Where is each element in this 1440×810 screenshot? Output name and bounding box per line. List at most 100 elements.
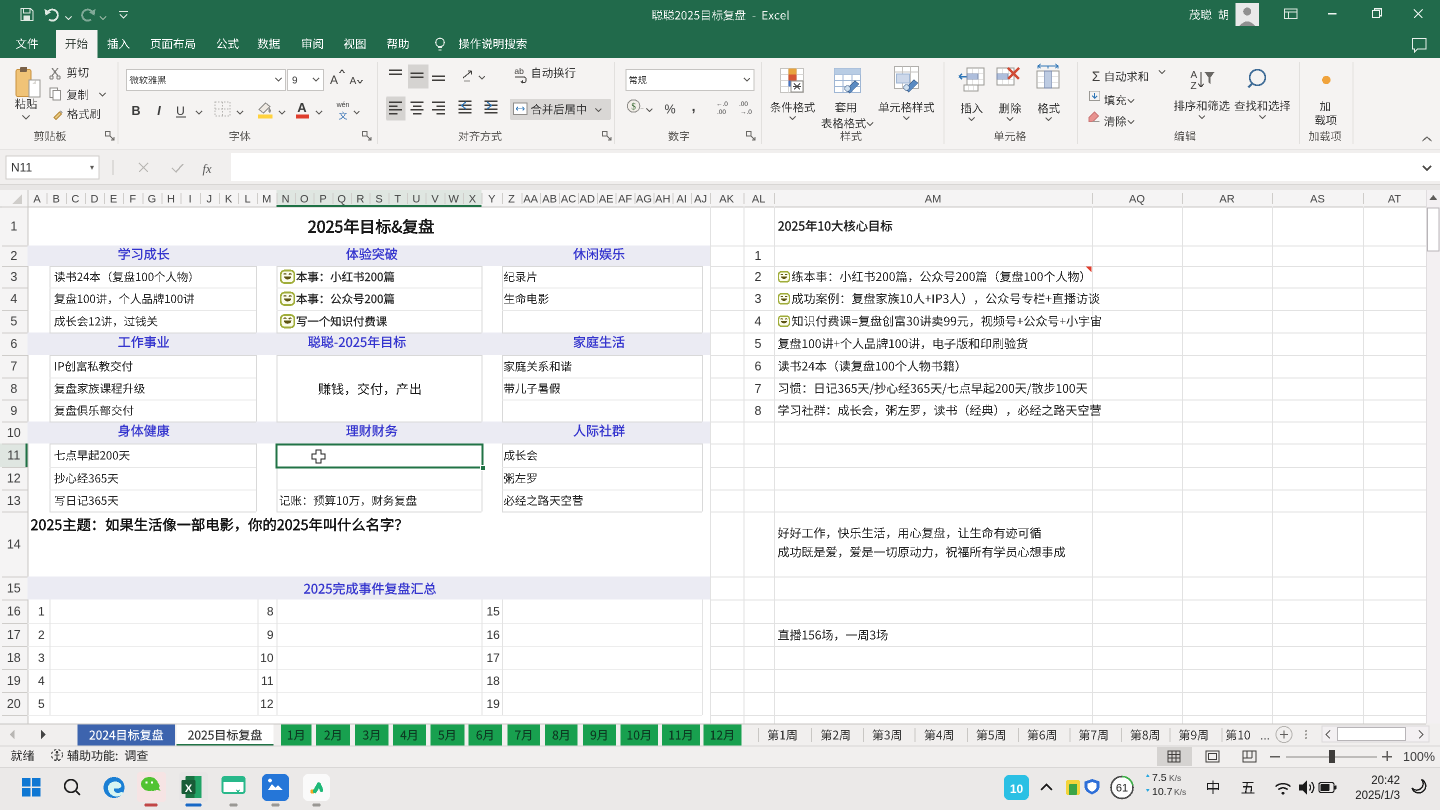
svg-text:L: L: [245, 194, 251, 206]
svg-text:Y: Y: [488, 194, 496, 206]
svg-text:,: ,: [692, 98, 696, 114]
svg-text:10: 10: [7, 426, 21, 440]
svg-text:K/s: K/s: [1169, 773, 1181, 783]
svg-text:4: 4: [10, 292, 17, 306]
svg-text:4: 4: [755, 315, 762, 329]
svg-text:K: K: [225, 194, 233, 206]
svg-text:P: P: [319, 194, 326, 206]
svg-text:6: 6: [10, 337, 17, 351]
svg-text:12: 12: [7, 472, 21, 486]
svg-text:D: D: [91, 194, 99, 206]
svg-text:R: R: [356, 194, 364, 206]
svg-text:8: 8: [10, 382, 17, 396]
svg-text:12: 12: [260, 697, 274, 711]
svg-text:$: $: [631, 101, 636, 111]
svg-text:→.0: →.0: [740, 109, 752, 116]
svg-text:U: U: [176, 104, 185, 118]
svg-text:S: S: [375, 194, 382, 206]
svg-text:11: 11: [261, 674, 274, 688]
svg-text:B: B: [53, 194, 60, 206]
svg-text:3: 3: [10, 270, 17, 284]
svg-text:AI: AI: [676, 194, 686, 206]
svg-text:6: 6: [755, 360, 762, 374]
svg-text:AJ: AJ: [694, 194, 707, 206]
svg-text:10.7: 10.7: [1152, 786, 1173, 798]
svg-text:15: 15: [7, 581, 21, 595]
svg-text:Q: Q: [337, 194, 346, 206]
svg-text:Σ: Σ: [1092, 69, 1100, 84]
svg-text:1: 1: [38, 605, 45, 619]
svg-text:%: %: [664, 103, 675, 117]
svg-text:E: E: [110, 194, 117, 206]
svg-text:AD: AD: [580, 194, 595, 206]
svg-text:ab: ab: [514, 66, 524, 76]
svg-text:8: 8: [755, 404, 762, 418]
svg-text:11: 11: [7, 449, 20, 463]
svg-text:T: T: [394, 194, 401, 206]
svg-text:▾: ▾: [90, 163, 94, 172]
svg-text:5: 5: [755, 337, 762, 351]
svg-text:3: 3: [38, 651, 45, 665]
svg-text:V: V: [431, 194, 439, 206]
svg-text:C: C: [71, 194, 79, 206]
svg-text:AQ: AQ: [1129, 194, 1145, 206]
svg-text:I: I: [157, 104, 161, 118]
svg-text:4: 4: [38, 674, 45, 688]
svg-text:AG: AG: [636, 194, 652, 206]
svg-text:2: 2: [755, 270, 762, 284]
svg-text:3: 3: [755, 292, 762, 306]
svg-text:AS: AS: [1310, 194, 1325, 206]
svg-text:9: 9: [292, 76, 298, 87]
svg-text:AK: AK: [719, 194, 734, 206]
svg-text:A: A: [1191, 70, 1198, 81]
svg-text:18: 18: [7, 651, 21, 665]
svg-text:U: U: [412, 194, 420, 206]
svg-text:7: 7: [755, 382, 762, 396]
svg-text:16: 16: [487, 628, 501, 642]
svg-text:AH: AH: [655, 194, 670, 206]
svg-text:...: ...: [1260, 729, 1270, 743]
svg-text:9: 9: [267, 628, 274, 642]
svg-text:.00: .00: [717, 109, 726, 116]
svg-text:7.5: 7.5: [1152, 772, 1167, 784]
svg-text:61: 61: [1116, 783, 1128, 795]
svg-text:19: 19: [487, 697, 501, 711]
svg-text:fx: fx: [202, 162, 211, 176]
svg-text:B: B: [131, 104, 140, 118]
svg-text:Z: Z: [508, 194, 515, 206]
svg-text:wén: wén: [336, 102, 350, 109]
svg-text:O: O: [300, 194, 309, 206]
svg-text:G: G: [148, 194, 157, 206]
svg-text:8: 8: [267, 605, 274, 619]
svg-text:15: 15: [487, 605, 501, 619]
svg-text:K/s: K/s: [1174, 787, 1186, 797]
svg-text:5: 5: [38, 697, 45, 711]
svg-text:X: X: [469, 194, 477, 206]
svg-text:Z: Z: [1191, 81, 1197, 92]
svg-text:2: 2: [38, 628, 45, 642]
svg-text:J: J: [207, 194, 213, 206]
svg-text:AC: AC: [561, 194, 576, 206]
svg-text:AA: AA: [523, 194, 538, 206]
svg-text:16: 16: [7, 605, 21, 619]
svg-text:AF: AF: [618, 194, 632, 206]
svg-text:←.0: ←.0: [716, 101, 728, 108]
svg-text:A: A: [330, 73, 338, 87]
svg-text:10: 10: [1010, 782, 1024, 796]
svg-text:N: N: [282, 194, 290, 206]
svg-text:.00: .00: [739, 101, 748, 108]
svg-text:1: 1: [755, 249, 762, 263]
svg-text:H: H: [167, 194, 175, 206]
svg-text:W: W: [449, 194, 460, 206]
svg-text:5: 5: [10, 315, 17, 329]
svg-text:19: 19: [7, 674, 21, 688]
svg-text:14: 14: [7, 537, 21, 551]
svg-text:13: 13: [7, 494, 21, 508]
svg-text:18: 18: [487, 674, 501, 688]
svg-text:M: M: [262, 194, 271, 206]
svg-text:100%: 100%: [1403, 750, 1435, 764]
svg-text:AL: AL: [752, 194, 765, 206]
svg-text:17: 17: [7, 628, 21, 642]
svg-text:1: 1: [10, 219, 17, 233]
svg-text:F: F: [129, 194, 136, 206]
